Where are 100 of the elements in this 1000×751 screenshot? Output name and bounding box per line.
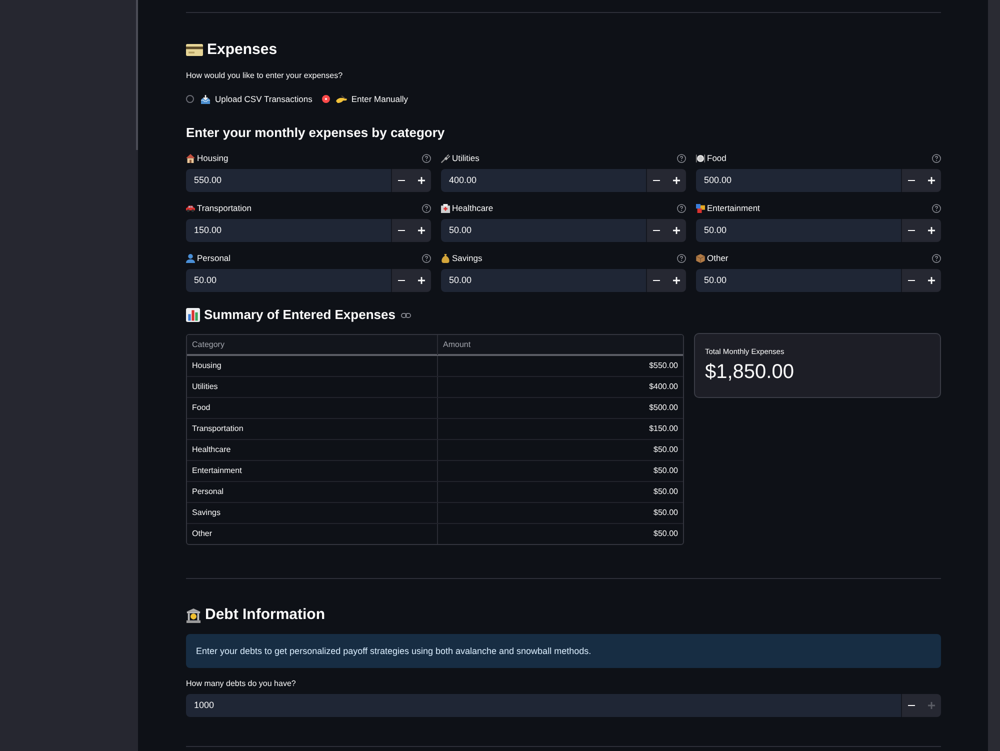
help-icon[interactable] (677, 204, 686, 212)
increment-button[interactable] (921, 269, 941, 292)
help-icon[interactable] (932, 254, 941, 262)
increment-button[interactable] (921, 169, 941, 192)
field-label: Savings (452, 253, 482, 263)
subsection-title: Summary of Entered Expenses (204, 306, 396, 324)
increment-button[interactable] (411, 169, 431, 192)
option-label[interactable]: Enter Manually (351, 93, 408, 105)
help-icon[interactable] (932, 154, 941, 162)
plus-icon (928, 702, 934, 709)
number-input[interactable]: 50.00 (441, 219, 646, 242)
house-icon (186, 154, 195, 162)
section-title: Expenses (207, 40, 278, 60)
subsection-title: Enter your monthly expenses by category (186, 124, 446, 142)
scrollbar-thumb[interactable] (136, 0, 138, 150)
minus-icon (653, 280, 660, 282)
number-input[interactable]: 500.00 (696, 169, 901, 192)
minus-icon (398, 180, 405, 182)
table-cell: $50.00 (437, 440, 683, 460)
field-label: Housing (197, 153, 228, 163)
increment-button[interactable] (666, 219, 686, 242)
table-cell: $50.00 (437, 524, 683, 544)
increment-button[interactable] (411, 219, 431, 242)
help-icon[interactable] (422, 204, 431, 212)
number-input[interactable]: 50.00 (186, 269, 391, 292)
minus-icon (908, 230, 915, 232)
hand-icon (336, 94, 348, 104)
minus-icon (908, 704, 915, 706)
question-label: How would you like to enter your expenses? (186, 70, 344, 82)
section-title: Debt Information (205, 605, 325, 625)
table-cell: $550.00 (437, 356, 683, 376)
plug-icon (441, 154, 450, 162)
number-input[interactable]: 400.00 (441, 169, 646, 192)
minus-icon (908, 280, 915, 282)
plus-icon (418, 227, 424, 234)
table-cell-text: Housing (191, 360, 222, 372)
plate-icon (696, 154, 705, 162)
help-icon[interactable] (677, 154, 686, 162)
option-label[interactable]: Upload CSV Transactions (215, 93, 312, 105)
info-message: Enter your debts to get personalized payoff strategies using both avalanche and snowball methods. (186, 634, 941, 668)
field-label: Food (707, 153, 726, 163)
help-icon[interactable] (932, 204, 941, 212)
field-label: Healthcare (452, 203, 494, 213)
table-cell-text: Food (191, 402, 212, 414)
field-label: Entertainment (707, 203, 760, 213)
table-cell: $50.00 (437, 482, 683, 502)
increment-button[interactable] (666, 169, 686, 192)
blocks-icon (696, 204, 705, 212)
increment-button[interactable] (666, 269, 686, 292)
number-input[interactable]: 50.00 (441, 269, 646, 292)
minus-icon (653, 230, 660, 232)
plus-icon (928, 277, 934, 284)
table-cell-text: Personal (191, 486, 225, 498)
bank-icon (186, 608, 201, 622)
table-cell-text: Other (191, 528, 214, 540)
minus-icon (653, 180, 660, 182)
table-cell-text: Transportation (191, 423, 244, 435)
field-label: Other (707, 253, 728, 263)
number-input[interactable]: 50.00 (696, 219, 901, 242)
number-input[interactable]: 550.00 (186, 169, 391, 192)
number-input[interactable]: 1000 (186, 694, 901, 717)
minus-icon (398, 230, 405, 232)
table-cell-text: Healthcare (191, 444, 232, 456)
credit-card-icon (186, 44, 203, 56)
increment-button[interactable] (921, 219, 941, 242)
table-cell: $500.00 (437, 398, 683, 418)
plus-icon (672, 277, 680, 284)
plus-icon (928, 177, 934, 184)
plus-icon (928, 227, 934, 234)
field-label: Personal (197, 253, 231, 263)
field-label: Utilities (452, 153, 480, 163)
money-bag-icon (441, 254, 450, 262)
help-icon[interactable] (677, 254, 686, 262)
table-cell-text: Savings (191, 507, 222, 519)
radio-button[interactable] (322, 95, 330, 103)
plus-icon (418, 277, 424, 284)
box-icon (696, 254, 705, 262)
table-cell: $400.00 (437, 377, 683, 397)
minus-icon (398, 280, 405, 282)
number-input[interactable]: 50.00 (696, 269, 901, 292)
plus-icon (672, 227, 680, 234)
metric-value: $1,850.00 (705, 360, 795, 385)
help-icon[interactable] (422, 154, 431, 162)
increment-button[interactable] (411, 269, 431, 292)
plus-icon (672, 177, 680, 184)
bar-chart-icon (186, 308, 200, 322)
radio-button[interactable] (186, 95, 194, 103)
plus-icon (418, 177, 424, 184)
inbox-tray-icon (200, 94, 211, 104)
column-header[interactable]: Amount (437, 335, 683, 355)
link-icon[interactable] (401, 312, 412, 318)
column-header[interactable]: Category (187, 335, 437, 355)
field-label: How many debts do you have? (186, 678, 297, 690)
person-icon (186, 254, 195, 262)
table-cell: $50.00 (437, 503, 683, 523)
number-input[interactable]: 150.00 (186, 219, 391, 242)
field-label: Transportation (197, 203, 252, 213)
car-icon (186, 204, 195, 212)
table-cell-text: Utilities (191, 381, 219, 393)
help-icon[interactable] (422, 254, 431, 262)
